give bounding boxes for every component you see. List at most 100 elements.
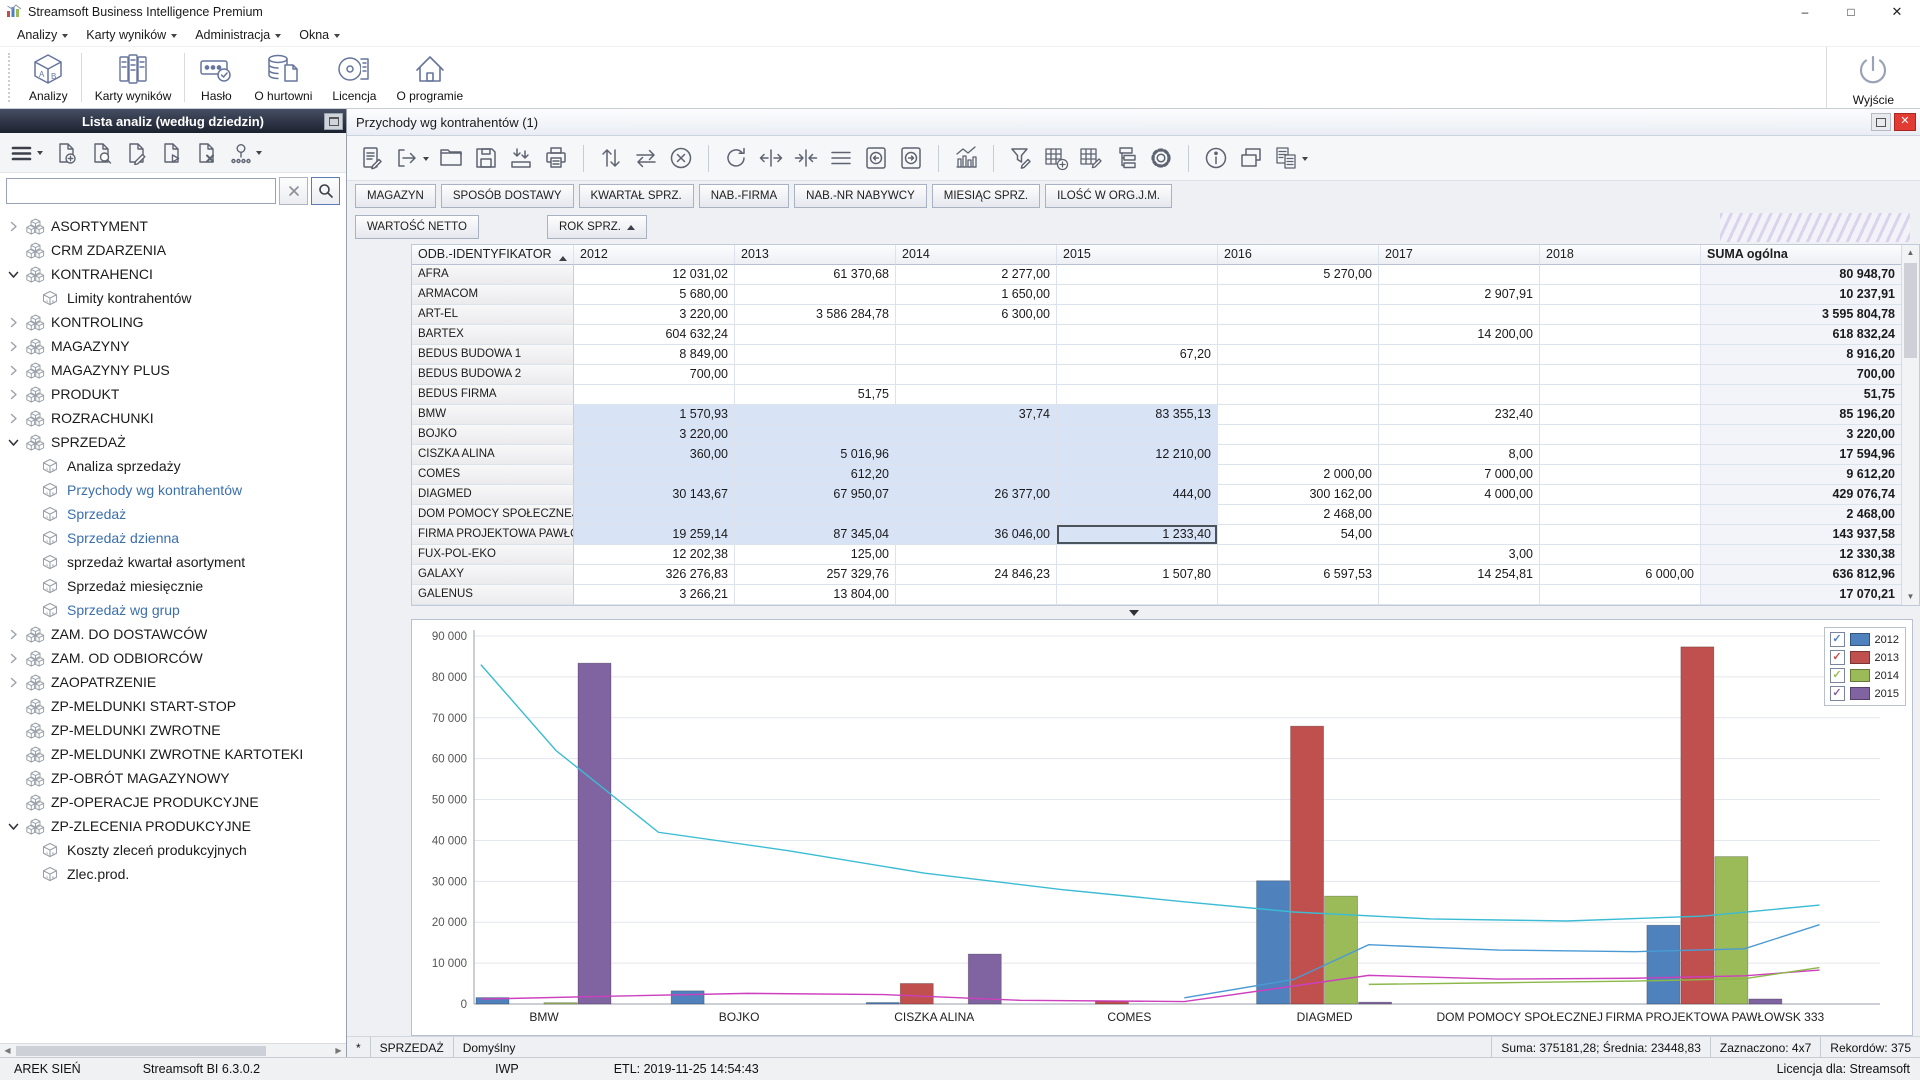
filter-dimension-button[interactable]: SPOSÓB DOSTAWY bbox=[441, 184, 574, 208]
value-cell[interactable] bbox=[735, 325, 896, 345]
tree-collapse-icon[interactable] bbox=[7, 269, 20, 280]
toolbar-report-edit-button[interactable] bbox=[359, 145, 385, 171]
value-cell[interactable]: 1 570,93 bbox=[574, 405, 735, 425]
value-cell[interactable] bbox=[896, 545, 1057, 565]
value-cell[interactable] bbox=[1057, 385, 1218, 405]
toolbar-windows-copy-button[interactable] bbox=[1238, 145, 1264, 171]
tree-expand-icon[interactable] bbox=[7, 221, 20, 232]
toolbar-info-button[interactable] bbox=[1203, 145, 1229, 171]
value-cell[interactable] bbox=[1218, 445, 1379, 465]
value-cell[interactable] bbox=[896, 325, 1057, 345]
toolbar-filter-edit-button[interactable] bbox=[1008, 145, 1034, 171]
value-cell[interactable]: 3 220,00 bbox=[574, 305, 735, 325]
value-cell[interactable] bbox=[896, 505, 1057, 525]
sidebar-tool-preview-analysis-button[interactable] bbox=[89, 141, 113, 165]
tree-item[interactable]: ABLimity kontrahentów bbox=[0, 286, 346, 310]
value-cell[interactable]: 604 632,24 bbox=[574, 325, 735, 345]
filter-dimension-button[interactable]: NAB.-NR NABYWCY bbox=[794, 184, 927, 208]
column-header[interactable]: 2017 bbox=[1379, 245, 1540, 265]
value-cell[interactable]: 232,40 bbox=[1379, 405, 1540, 425]
value-cell[interactable] bbox=[1540, 525, 1701, 545]
minimize-button[interactable]: – bbox=[1782, 0, 1828, 24]
row-dimension-header[interactable]: ODB.-IDENTYFIKATOR bbox=[412, 245, 574, 265]
toolbar-grid-add-button[interactable] bbox=[1043, 145, 1069, 171]
column-header[interactable]: 2016 bbox=[1218, 245, 1379, 265]
value-cell[interactable]: 87 345,04 bbox=[735, 525, 896, 545]
value-cell[interactable]: 5 270,00 bbox=[1218, 265, 1379, 285]
value-cell[interactable] bbox=[1057, 305, 1218, 325]
value-cell[interactable] bbox=[1540, 365, 1701, 385]
tree-item[interactable]: ABZlec.prod. bbox=[0, 862, 346, 886]
value-cell[interactable] bbox=[1057, 325, 1218, 345]
value-cell[interactable]: 2 907,91 bbox=[1379, 285, 1540, 305]
row-label-cell[interactable]: BMW bbox=[412, 405, 574, 425]
scrollbar-thumb[interactable] bbox=[16, 1046, 266, 1056]
value-cell[interactable]: 612,20 bbox=[735, 465, 896, 485]
value-cell[interactable]: 326 276,83 bbox=[574, 565, 735, 585]
value-cell[interactable] bbox=[1540, 325, 1701, 345]
value-cell[interactable] bbox=[1540, 345, 1701, 365]
value-cell[interactable] bbox=[1218, 405, 1379, 425]
tree-expand-icon[interactable] bbox=[7, 317, 20, 328]
column-dimension-button[interactable]: ROK SPRZ. bbox=[547, 215, 647, 239]
row-label-cell[interactable]: AFRA bbox=[412, 265, 574, 285]
sum-cell[interactable]: 636 812,96 bbox=[1701, 565, 1902, 585]
search-input[interactable] bbox=[6, 178, 276, 204]
scrollbar-thumb[interactable] bbox=[1904, 263, 1917, 358]
value-cell[interactable]: 13 804,00 bbox=[735, 585, 896, 605]
tree-item[interactable]: ZAOPATRZENIE bbox=[0, 670, 346, 694]
value-cell[interactable] bbox=[1540, 465, 1701, 485]
tree-item[interactable]: ZP-OBRÓT MAGAZYNOWY bbox=[0, 766, 346, 790]
value-cell[interactable] bbox=[1218, 365, 1379, 385]
value-cell[interactable]: 83 355,13 bbox=[1057, 405, 1218, 425]
legend-checkbox-icon[interactable]: ✓ bbox=[1830, 686, 1845, 701]
row-label-cell[interactable]: BEDUS BUDOWA 2 bbox=[412, 365, 574, 385]
value-cell[interactable]: 12 210,00 bbox=[1057, 445, 1218, 465]
tree-item[interactable]: ZP-MELDUNKI ZWROTNE bbox=[0, 718, 346, 742]
value-cell[interactable] bbox=[1379, 425, 1540, 445]
tree-item[interactable]: PRODUKT bbox=[0, 382, 346, 406]
sum-column-header[interactable]: SUMA ogólna bbox=[1701, 245, 1902, 265]
value-cell[interactable] bbox=[1057, 425, 1218, 445]
sum-cell[interactable]: 618 832,24 bbox=[1701, 325, 1902, 345]
sidebar-tool-delete-analysis-button[interactable] bbox=[194, 141, 218, 165]
column-header[interactable]: 2015 bbox=[1057, 245, 1218, 265]
filter-dimension-button[interactable]: MIESIĄC SPRZ. bbox=[932, 184, 1040, 208]
sum-cell[interactable]: 143 937,58 bbox=[1701, 525, 1902, 545]
toolbar-settings-gear-button[interactable] bbox=[1148, 145, 1174, 171]
tree-expand-icon[interactable] bbox=[7, 341, 20, 352]
column-header[interactable]: 2013 bbox=[735, 245, 896, 265]
row-label-cell[interactable]: FIRMA PROJEKTOWA PAWŁOWSK 333 bbox=[412, 525, 574, 545]
value-cell[interactable] bbox=[1540, 445, 1701, 465]
sum-cell[interactable]: 429 076,74 bbox=[1701, 485, 1902, 505]
value-cell[interactable] bbox=[1057, 505, 1218, 525]
value-cell[interactable]: 7 000,00 bbox=[1379, 465, 1540, 485]
value-cell[interactable]: 67 950,07 bbox=[735, 485, 896, 505]
sum-cell[interactable]: 3 220,00 bbox=[1701, 425, 1902, 445]
tree-expand-icon[interactable] bbox=[7, 389, 20, 400]
value-cell[interactable] bbox=[1540, 265, 1701, 285]
value-cell[interactable] bbox=[1379, 505, 1540, 525]
value-cell[interactable]: 257 329,76 bbox=[735, 565, 896, 585]
value-cell[interactable]: 37,74 bbox=[896, 405, 1057, 425]
tree-collapse-icon[interactable] bbox=[7, 821, 20, 832]
sum-cell[interactable]: 2 468,00 bbox=[1701, 505, 1902, 525]
toolbar-refresh-button[interactable] bbox=[723, 145, 749, 171]
value-cell[interactable] bbox=[1379, 265, 1540, 285]
row-label-cell[interactable]: BOJKO bbox=[412, 425, 574, 445]
tree-item[interactable]: ZP-MELDUNKI START-STOP bbox=[0, 694, 346, 718]
restore-window-icon[interactable] bbox=[1871, 113, 1891, 131]
legend-item[interactable]: ✓2014 bbox=[1830, 668, 1899, 683]
toolbar-export-button[interactable] bbox=[394, 145, 429, 171]
sidebar-tool-menu-button[interactable] bbox=[10, 141, 43, 165]
legend-checkbox-icon[interactable]: ✓ bbox=[1830, 650, 1845, 665]
toolbar-grid-edit-button[interactable] bbox=[1078, 145, 1104, 171]
legend-checkbox-icon[interactable]: ✓ bbox=[1830, 632, 1845, 647]
sidebar-horizontal-scrollbar[interactable]: ◀ ▶ bbox=[0, 1043, 346, 1058]
value-cell[interactable]: 2 000,00 bbox=[1218, 465, 1379, 485]
scroll-down-icon[interactable]: ▼ bbox=[1902, 589, 1919, 605]
row-label-cell[interactable]: DOM POMOCY SPOŁECZNEJ bbox=[412, 505, 574, 525]
value-cell[interactable] bbox=[896, 365, 1057, 385]
scroll-right-icon[interactable]: ▶ bbox=[331, 1044, 346, 1058]
scroll-up-icon[interactable]: ▲ bbox=[1902, 245, 1919, 261]
